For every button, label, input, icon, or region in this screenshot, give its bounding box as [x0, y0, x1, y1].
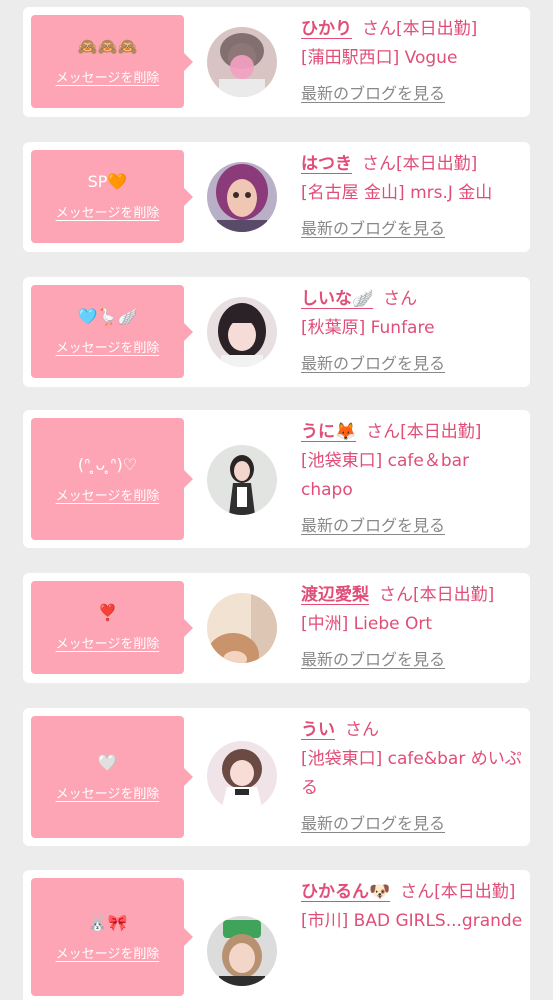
message-emoji: (ᐢ ̥ᴗ ̥ᐢ)♡: [77, 454, 138, 474]
honorific: さん: [362, 154, 396, 174]
view-blog-link[interactable]: 最新のブログを見る: [301, 79, 445, 108]
honorific: さん: [366, 422, 401, 442]
cast-info: 渡辺愛梨 さん[本日出勤] [中洲] Liebe Ort 最新のブログを見る: [301, 581, 523, 675]
cast-info: ひかり さん[本日出勤] [蒲田駅西口] Vogue 最新のブログを見る: [301, 15, 523, 109]
honorific: さん: [383, 289, 418, 309]
message-card: 🐰🎀 メッセージを削除 ひかるん🐶 さん[本日出勤] [市川] BAD GIRLS…: [23, 870, 530, 1000]
message-bubble: 🩵🪿🪽 メッセージを削除: [31, 285, 193, 378]
message-card: ❣️ メッセージを削除 渡辺愛梨 さん[本日出勤] [中洲] Liebe Ort …: [23, 573, 530, 683]
avatar[interactable]: [207, 27, 277, 97]
honorific: さん: [345, 720, 379, 740]
delete-message-link[interactable]: メッセージを削除: [56, 943, 160, 962]
message-emoji: 🙈🙈🙈: [77, 37, 138, 56]
shop-label: [秋葉原] Funfare: [301, 318, 435, 338]
message-emoji: 🩵🪿🪽: [77, 307, 138, 326]
honorific: さん: [379, 585, 413, 605]
cast-info: ひかるん🐶 さん[本日出勤] [市川] BAD GIRLS...grande: [301, 878, 523, 936]
cast-name-link[interactable]: ひかり: [301, 19, 352, 39]
attendance-status: [本日出勤]: [413, 585, 495, 605]
message-emoji: 🐰🎀: [87, 912, 128, 932]
message-card: 🙈🙈🙈 メッセージを削除 ひかり さん[本日出勤] [蒲田駅西口] Vogue 最…: [23, 7, 530, 117]
message-bubble: 🐰🎀 メッセージを削除: [31, 878, 193, 996]
view-blog-link[interactable]: 最新のブログを見る: [301, 511, 445, 540]
cast-name-link[interactable]: うい: [301, 720, 335, 740]
view-blog-link[interactable]: 最新のブログを見る: [301, 349, 445, 378]
message-card: (ᐢ ̥ᴗ ̥ᐢ)♡ メッセージを削除 うに🦊 さん[本日出勤] [池袋東口] c…: [23, 410, 530, 548]
cast-info: はつき さん[本日出勤] [名古屋 金山] mrs.J 金山 最新のブログを見る: [301, 150, 523, 244]
delete-message-link[interactable]: メッセージを削除: [56, 783, 160, 802]
message-card: SP🧡 メッセージを削除 はつき さん[本日出勤] [名古屋 金山] mrs.J …: [23, 142, 530, 252]
message-bubble: 🙈🙈🙈 メッセージを削除: [31, 15, 193, 108]
honorific: さん: [362, 19, 396, 39]
attendance-status: [本日出勤]: [400, 422, 482, 442]
shop-label: [市川] BAD GIRLS...grande: [301, 911, 523, 931]
view-blog-link[interactable]: 最新のブログを見る: [301, 214, 445, 243]
shop-label: [蒲田駅西口] Vogue: [301, 48, 458, 68]
avatar[interactable]: [207, 297, 277, 367]
view-blog-link[interactable]: 最新のブログを見る: [301, 645, 445, 674]
message-bubble: (ᐢ ̥ᴗ ̥ᐢ)♡ メッセージを削除: [31, 418, 193, 540]
message-bubble: ❣️ メッセージを削除: [31, 581, 193, 674]
message-emoji: 🤍: [97, 752, 118, 772]
shop-label: [池袋東口] cafe&bar めいぷる: [301, 749, 522, 798]
view-blog-link[interactable]: 最新のブログを見る: [301, 809, 445, 838]
delete-message-link[interactable]: メッセージを削除: [56, 485, 160, 504]
message-card: 🩵🪿🪽 メッセージを削除 しいな🪽 さん [秋葉原] Funfare 最新のブログ…: [23, 277, 530, 387]
attendance-status: [本日出勤]: [434, 882, 516, 902]
shop-label: [中洲] Liebe Ort: [301, 614, 433, 634]
honorific: さん: [400, 882, 435, 902]
message-emoji: ❣️: [97, 603, 118, 622]
cast-info: うい さん [池袋東口] cafe&bar めいぷる 最新のブログを見る: [301, 716, 523, 839]
message-bubble: 🤍 メッセージを削除: [31, 716, 193, 838]
cast-name-link[interactable]: 渡辺愛梨: [301, 585, 369, 605]
cast-name-link[interactable]: しいな🪽: [301, 289, 373, 309]
cast-name-link[interactable]: うに🦊: [301, 422, 356, 442]
message-emoji: SP🧡: [87, 172, 128, 191]
attendance-status: [本日出勤]: [396, 19, 478, 39]
cast-info: しいな🪽 さん [秋葉原] Funfare 最新のブログを見る: [301, 285, 523, 379]
avatar[interactable]: [207, 445, 277, 515]
delete-message-link[interactable]: メッセージを削除: [56, 67, 160, 86]
avatar[interactable]: [207, 916, 277, 986]
avatar[interactable]: [207, 162, 277, 232]
delete-message-link[interactable]: メッセージを削除: [56, 337, 160, 356]
message-card: 🤍 メッセージを削除 うい さん [池袋東口] cafe&bar めいぷる 最新の…: [23, 708, 530, 846]
avatar[interactable]: [207, 741, 277, 811]
attendance-status: [本日出勤]: [396, 154, 478, 174]
delete-message-link[interactable]: メッセージを削除: [56, 633, 160, 652]
delete-message-link[interactable]: メッセージを削除: [56, 202, 160, 221]
cast-name-link[interactable]: ひかるん🐶: [301, 882, 390, 902]
shop-label: [名古屋 金山] mrs.J 金山: [301, 183, 493, 203]
shop-label: [池袋東口] cafe＆bar chapo: [301, 451, 470, 500]
cast-name-link[interactable]: はつき: [301, 154, 352, 174]
message-bubble: SP🧡 メッセージを削除: [31, 150, 193, 243]
avatar[interactable]: [207, 593, 277, 663]
cast-info: うに🦊 さん[本日出勤] [池袋東口] cafe＆bar chapo 最新のブログ…: [301, 418, 523, 541]
